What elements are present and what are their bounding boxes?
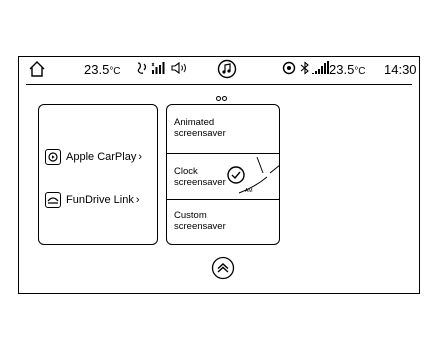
apple-carplay-label: Apple CarPlay	[66, 151, 137, 163]
fan-icon[interactable]	[135, 61, 149, 78]
chevron-up-icon	[211, 256, 235, 280]
page-dot-1	[216, 96, 221, 101]
temperature-right-value: 23.5	[329, 62, 355, 77]
temperature-right[interactable]: 23.5°C	[329, 62, 366, 77]
custom-screensaver-sublabel: screensaver	[174, 221, 226, 232]
page-indicator	[216, 88, 232, 101]
signal-strength-icon	[312, 61, 330, 78]
temperature-left-unit: °C	[109, 66, 121, 77]
clock-time: 14:30	[384, 62, 417, 77]
status-bar: 23.5°C 23.5°C 14:30	[26, 59, 417, 82]
fundrive-icon	[45, 192, 61, 208]
custom-screensaver-label: Custom	[174, 210, 207, 221]
temperature-left[interactable]: 23.5°C	[84, 62, 121, 77]
statusbar-divider	[26, 84, 412, 85]
apple-carplay-item[interactable]: Apple CarPlay ›	[45, 146, 142, 168]
animated-screensaver-label: Animated	[174, 117, 215, 128]
projection-apps-panel: Apple CarPlay › FunDrive Link ›	[38, 104, 158, 245]
carplay-icon	[45, 149, 61, 165]
music-note-icon[interactable]	[217, 59, 237, 82]
scroll-up-button[interactable]	[211, 256, 235, 280]
home-icon[interactable]	[28, 60, 46, 81]
volume-icon[interactable]	[171, 61, 189, 78]
fundrive-link-item[interactable]: FunDrive Link ›	[45, 189, 140, 211]
page-dot-2	[222, 96, 227, 101]
chevron-right-icon: ›	[135, 194, 140, 206]
bluetooth-icon	[300, 61, 310, 78]
clock-am-label: AM	[245, 188, 253, 194]
clock-preview-icon: AM	[227, 156, 280, 194]
temperature-right-unit: °C	[354, 66, 366, 77]
animated-screensaver-sublabel: screensaver	[174, 128, 226, 139]
animated-screensaver-option[interactable]: Animated screensaver	[167, 117, 279, 139]
signal-icon	[151, 61, 168, 78]
option-divider	[167, 199, 279, 200]
screensaver-panel: Animated screensaver Clock screensaver A…	[166, 104, 280, 245]
option-divider	[167, 153, 279, 154]
custom-screensaver-option[interactable]: Custom screensaver	[167, 210, 279, 232]
temperature-left-value: 23.5	[84, 62, 110, 77]
fundrive-link-label: FunDrive Link	[66, 194, 134, 206]
chevron-right-icon: ›	[138, 151, 142, 163]
phone-projection-icon[interactable]	[282, 61, 296, 78]
